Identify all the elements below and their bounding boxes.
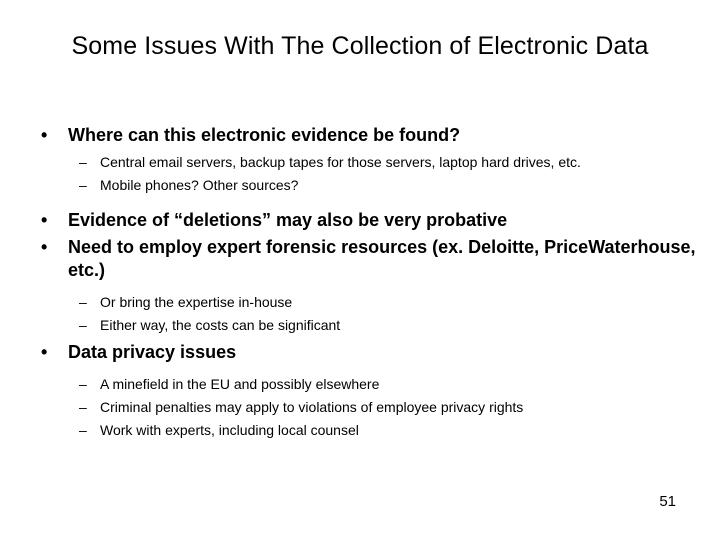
bullet-dot-icon: • (41, 342, 48, 362)
bullet-level2: – Work with experts, including local cou… (0, 419, 700, 442)
bullet-level1-text: Data privacy issues (68, 342, 237, 362)
bullet-level1: • Where can this electronic evidence be … (0, 124, 700, 147)
dash-icon: – (79, 294, 87, 310)
bullet-level2-text: A minefield in the EU and possibly elsew… (100, 376, 380, 392)
bullet-level1-text: Where can this electronic evidence be fo… (68, 125, 461, 145)
bullet-level2: – Criminal penalties may apply to violat… (0, 396, 700, 419)
bullet-level2-text: Mobile phones? Other sources? (100, 177, 299, 193)
bullet-dot-icon: • (41, 210, 48, 230)
bullet-group: • Need to employ expert forensic resourc… (0, 236, 700, 337)
bullet-level2: – Or bring the expertise in-house (0, 291, 700, 314)
bullet-level2: – A minefield in the EU and possibly els… (0, 373, 700, 396)
bullet-group: • Where can this electronic evidence be … (0, 124, 700, 197)
bullet-level2: – Central email servers, backup tapes fo… (0, 151, 700, 174)
bullet-level2-text: Work with experts, including local couns… (100, 422, 359, 438)
dash-icon: – (79, 422, 87, 438)
dash-icon: – (79, 154, 87, 170)
dash-icon: – (79, 376, 87, 392)
bullet-level1: • Evidence of “deletions” may also be ve… (0, 209, 700, 232)
bullet-level2: – Mobile phones? Other sources? (0, 174, 700, 197)
bullet-level2-text: Central email servers, backup tapes for … (100, 154, 581, 170)
page-number: 51 (659, 493, 676, 510)
page-title: Some Issues With The Collection of Elect… (71, 32, 649, 60)
slide-body: • Where can this electronic evidence be … (0, 124, 700, 442)
bullet-group: • Evidence of “deletions” may also be ve… (0, 209, 700, 232)
bullet-level1-text: Evidence of “deletions” may also be very… (68, 210, 508, 230)
bullet-level1-text: Need to employ expert forensic resources… (68, 237, 696, 280)
bullet-level2-text: Or bring the expertise in-house (100, 294, 293, 310)
bullet-dot-icon: • (41, 125, 48, 145)
dash-icon: – (79, 317, 87, 333)
slide-canvas: Some Issues With The Collection of Elect… (0, 0, 720, 540)
bullet-level2-text: Either way, the costs can be significant (100, 317, 341, 333)
bullet-level2-text: Criminal penalties may apply to violatio… (100, 399, 524, 415)
dash-icon: – (79, 399, 87, 415)
bullet-level1: • Data privacy issues (0, 341, 700, 364)
bullet-level2: – Either way, the costs can be significa… (0, 314, 700, 337)
bullet-level1: • Need to employ expert forensic resourc… (0, 236, 700, 282)
bullet-dot-icon: • (41, 237, 48, 257)
dash-icon: – (79, 177, 87, 193)
bullet-group: • Data privacy issues – A minefield in t… (0, 341, 700, 442)
